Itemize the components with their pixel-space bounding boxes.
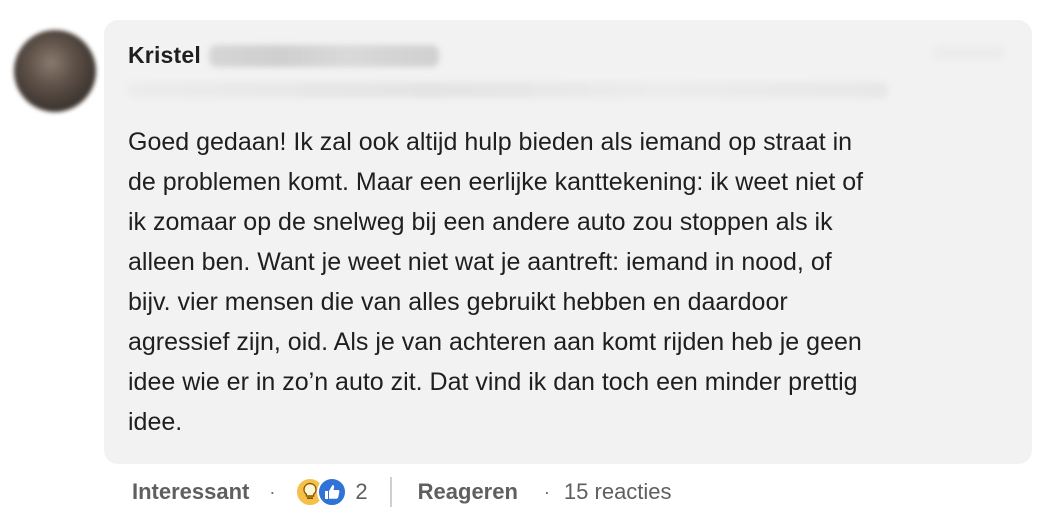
reaction-count: 2 xyxy=(355,479,368,504)
separator-dot: · xyxy=(543,481,550,502)
separator-dot: · xyxy=(269,481,276,502)
react-button[interactable]: Interessant xyxy=(132,479,249,505)
replies-count-link[interactable]: 15 reacties xyxy=(564,479,672,505)
reactions-summary[interactable]: 2 xyxy=(295,477,368,507)
comment-author-name[interactable]: Kristel xyxy=(128,42,201,69)
comment-bubble: Kristel Goed gedaan! Ik zal ook altijd h… xyxy=(104,20,1032,464)
comment-text: Goed gedaan! Ik zal ook altijd hulp bied… xyxy=(128,128,864,436)
author-headline-redacted xyxy=(128,82,888,98)
actions-divider xyxy=(389,477,392,507)
comment-author-row: Kristel xyxy=(128,42,439,69)
reply-button[interactable]: Reageren xyxy=(418,479,518,505)
comment-avatar[interactable] xyxy=(14,30,96,112)
comment-meta-redacted xyxy=(934,46,1004,60)
thumbs-up-icon xyxy=(317,477,348,507)
comment-actions-bar: Interessant · 2 Reageren · 15 reacties xyxy=(132,474,672,510)
author-surname-redacted xyxy=(208,44,439,67)
